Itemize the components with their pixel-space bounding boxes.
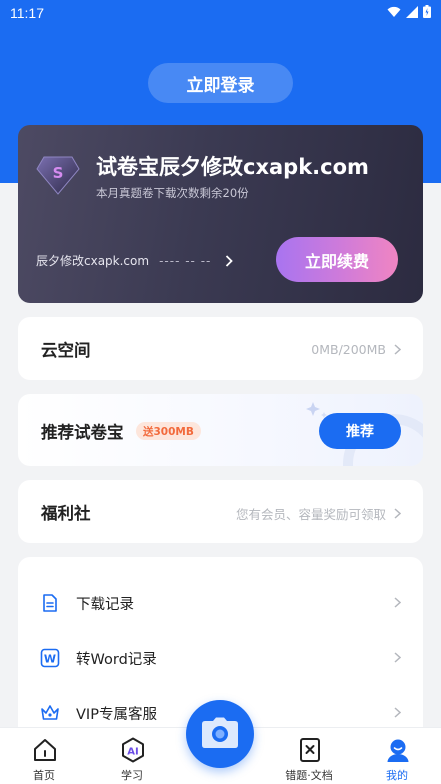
menu-item-label: 转Word记录 (76, 652, 157, 668)
vip-link-text: 辰夕修改cxapk.com (36, 254, 150, 268)
status-icons (387, 5, 431, 18)
signal-icon (406, 5, 418, 18)
tab-label: 错题·文档 (285, 769, 333, 782)
vip-subtitle: 本月真题卷下载次数剩余20份 (96, 186, 249, 200)
cloud-usage-text: 0MB/200MB (311, 342, 386, 357)
chevron-right-icon (394, 597, 401, 608)
recommend-badge: 送300MB (136, 422, 201, 440)
word-icon: W (40, 648, 60, 668)
recommend-title: 推荐试卷宝 (41, 423, 124, 442)
home-icon (34, 739, 56, 761)
camera-icon (202, 717, 238, 748)
tab-label: 学习 (121, 769, 143, 782)
login-button[interactable]: 立即登录 (148, 63, 293, 103)
tab-study[interactable]: AI 学习 (92, 728, 172, 784)
vip-link-dashes: ---- -- -- (159, 253, 212, 268)
camera-button[interactable] (186, 700, 254, 768)
menu-item-label: VIP专属客服 (76, 707, 157, 723)
menu-item-label: 下载记录 (76, 597, 134, 613)
welfare-card[interactable]: 福利社 您有会员、容量奖励可领取 (18, 480, 423, 543)
menu-item-download-record[interactable]: 下载记录 (18, 575, 423, 631)
welfare-hint-text: 您有会员、容量奖励可领取 (235, 507, 386, 522)
status-time: 11:17 (10, 5, 44, 21)
vip-link[interactable]: 辰夕修改cxapk.com ---- -- -- (36, 252, 234, 269)
cloud-space-title: 云空间 (41, 341, 91, 360)
welfare-hint: 您有会员、容量奖励可领取 (236, 504, 401, 523)
chevron-right-icon (394, 344, 401, 355)
tab-label: 首页 (33, 769, 55, 782)
tab-profile[interactable]: 我的 (357, 728, 437, 784)
vip-card: S 试卷宝辰夕修改cxapk.com 本月真题卷下载次数剩余20份 辰夕修改cx… (18, 125, 423, 303)
chevron-right-icon (394, 508, 401, 519)
recommend-card: 推荐试卷宝 送300MB 推荐 (18, 394, 423, 466)
wrong-question-icon (300, 738, 320, 762)
cloud-usage: 0MB/200MB (311, 342, 401, 357)
vip-gem-icon: S (36, 156, 80, 195)
ai-icon: AI (122, 737, 144, 763)
profile-icon (387, 739, 409, 762)
wifi-icon (387, 6, 401, 17)
crown-icon (41, 705, 59, 720)
tab-wrong-docs[interactable]: 错题·文档 (269, 728, 349, 784)
svg-text:AI: AI (127, 747, 138, 758)
cloud-space-card[interactable]: 云空间 0MB/200MB (18, 317, 423, 380)
chevron-right-icon (394, 652, 401, 663)
download-record-icon (43, 594, 57, 612)
tab-label: 我的 (386, 769, 408, 782)
svg-text:S: S (53, 164, 64, 182)
chevron-right-icon (394, 707, 401, 718)
welfare-title: 福利社 (41, 504, 91, 523)
battery-icon (423, 5, 431, 18)
renew-button[interactable]: 立即续费 (276, 237, 398, 282)
recommend-button[interactable]: 推荐 (319, 413, 401, 449)
vip-title: 试卷宝辰夕修改cxapk.com (96, 155, 369, 179)
status-bar: 11:17 (0, 0, 441, 26)
menu-item-word-record[interactable]: W 转Word记录 (18, 630, 423, 686)
chevron-right-icon (226, 254, 234, 267)
tab-home[interactable]: 首页 (4, 728, 84, 784)
svg-text:W: W (44, 653, 56, 666)
